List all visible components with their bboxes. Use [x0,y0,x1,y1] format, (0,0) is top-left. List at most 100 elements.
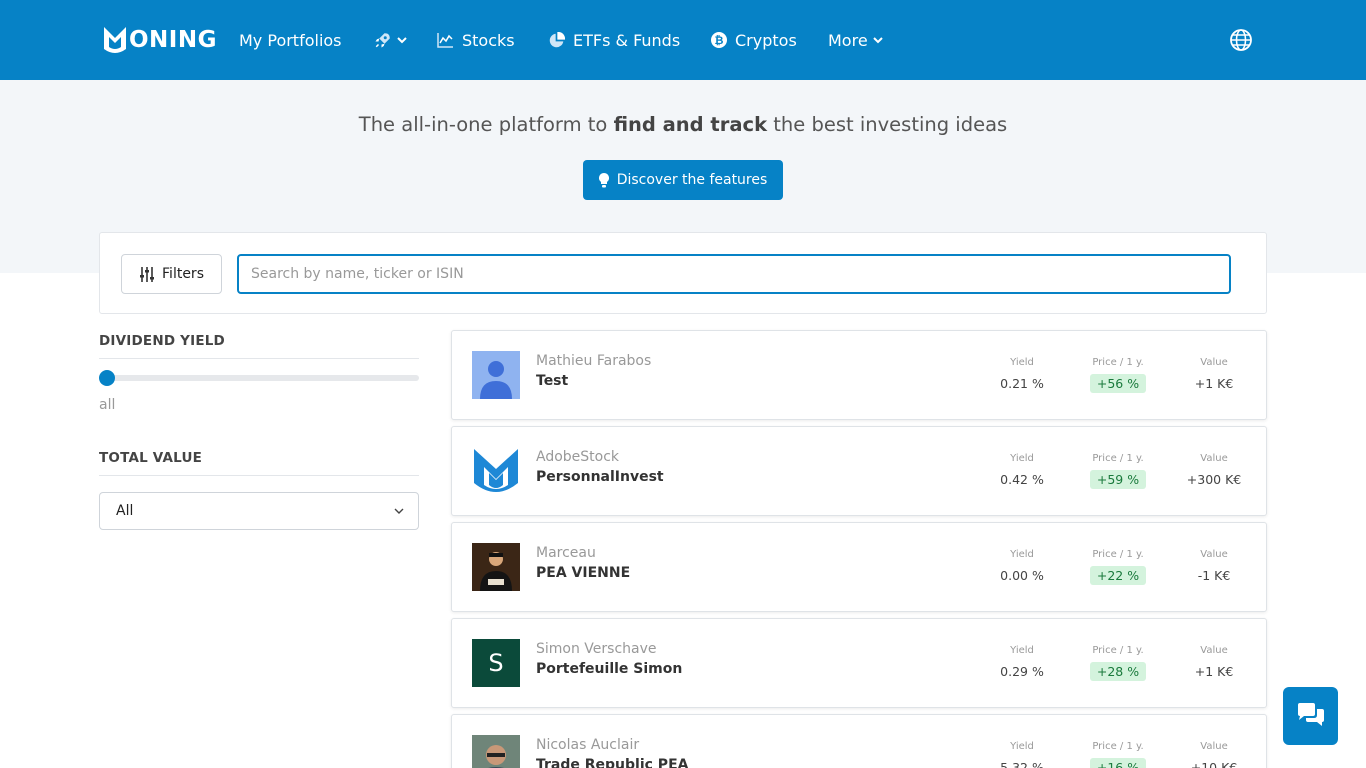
moning-logo[interactable]: ONING [102,24,217,56]
sliders-icon [140,266,155,282]
portfolio-owner: Simon Verschave [536,641,657,657]
yield-label: Yield [1010,357,1034,368]
nav-more-label: More [828,30,868,50]
price-label: Price / 1 y. [1092,549,1144,560]
portfolio-name: Portefeuille Simon [536,661,683,677]
discover-features-label: Discover the features [616,172,768,188]
dividend-yield-slider-track[interactable] [99,375,419,381]
price-change-badge: +22 % [1089,566,1147,585]
logo-text: ONING [129,27,217,53]
portfolio-card[interactable]: S Simon Verschave Portefeuille Simon Yie… [451,618,1267,708]
portfolio-name: PersonnalInvest [536,469,664,485]
nav-my-portfolios[interactable]: My Portfolios [239,0,342,80]
moning-m-icon [104,27,126,53]
yield-label: Yield [1010,741,1034,752]
tagline-bold: find and track [613,113,768,136]
globe-icon[interactable] [1229,28,1253,52]
photo-avatar [472,543,520,591]
nav-stocks-label: Stocks [462,30,515,50]
portfolio-card[interactable]: AdobeStock PersonnalInvest Yield 0.42 % … [451,426,1267,516]
tagline-part-1: The all-in-one platform to [358,113,614,136]
moning-logo-avatar [472,447,520,495]
filters-button[interactable]: Filters [121,254,222,294]
value-amount: +300 K€ [1186,472,1242,487]
portfolio-card[interactable]: Mathieu Farabos Test Yield 0.21 % Price … [451,330,1267,420]
price-change-badge: +16 % [1089,758,1147,768]
dividend-yield-value: all [99,397,116,413]
value-label: Value [1200,645,1228,656]
chat-button[interactable] [1283,687,1338,745]
hero-tagline: The all-in-one platform to find and trac… [0,113,1366,136]
nav-etfs-funds[interactable]: ETFs & Funds [548,0,680,80]
value-label: Value [1200,741,1228,752]
price-label: Price / 1 y. [1092,645,1144,656]
yield-label: Yield [1010,549,1034,560]
price-change: +22 % [1068,565,1168,585]
portfolio-name: PEA VIENNE [536,565,631,581]
value-amount: -1 K€ [1197,568,1231,583]
search-input[interactable] [237,254,1231,294]
nav-cryptos[interactable]: ₿ Cryptos [711,0,797,80]
top-navigation-bar: ONING My Portfolios Stocks ETFs & Funds [0,0,1366,80]
lightbulb-icon [598,172,609,187]
price-change: +28 % [1068,661,1168,681]
dividend-yield-title: DIVIDEND YIELD [99,333,225,349]
nav-more[interactable]: More [828,0,883,80]
chevron-down-icon [394,508,404,514]
person-photo-icon [472,735,520,768]
portfolio-card[interactable]: Marceau PEA VIENNE Yield 0.00 % Price / … [451,522,1267,612]
total-value-title: TOTAL VALUE [99,450,203,466]
price-change-badge: +56 % [1089,374,1147,393]
yield-value: 0.00 % [1000,568,1044,583]
portfolio-owner: Mathieu Farabos [536,353,652,369]
nav-etfs-label: ETFs & Funds [573,30,681,50]
nav-cryptos-label: Cryptos [735,30,797,50]
price-change-badge: +28 % [1089,662,1147,681]
total-value-select[interactable]: All [99,492,419,530]
moning-m-icon [474,449,518,492]
price-change: +56 % [1068,373,1168,393]
divider [99,358,419,359]
nav-rocket-menu[interactable] [374,0,407,80]
search-card: Filters [99,232,1267,314]
user-placeholder-avatar [472,351,520,399]
value-label: Value [1200,453,1228,464]
portfolio-name: Trade Republic PEA [536,757,689,768]
divider [99,475,419,476]
initial-avatar: S [472,639,520,687]
chat-bubbles-icon [1297,703,1324,726]
portfolio-owner: Nicolas Auclair [536,737,640,753]
yield-label: Yield [1010,645,1034,656]
value-amount: +1 K€ [1194,376,1234,391]
avatar-initial: S [488,649,504,677]
yield-value: 0.29 % [1000,664,1044,679]
user-icon [480,361,512,399]
svg-text:₿: ₿ [715,34,724,47]
price-change: +16 % [1068,757,1168,768]
filters-label: Filters [162,266,204,282]
yield-value: 0.42 % [1000,472,1044,487]
nav-my-portfolios-label: My Portfolios [239,30,342,50]
value-amount: +10 K€ [1190,760,1238,768]
value-amount: +1 K€ [1194,664,1234,679]
pie-chart-icon [549,31,565,47]
nav-stocks[interactable]: Stocks [437,0,515,80]
tagline-part-2: the best investing ideas [767,113,1008,136]
bitcoin-icon: ₿ [711,32,727,48]
price-change: +59 % [1068,469,1168,489]
dividend-yield-slider-handle[interactable] [99,370,115,386]
price-label: Price / 1 y. [1092,453,1144,464]
photo-avatar [472,735,520,768]
value-label: Value [1200,357,1228,368]
chevron-down-icon [872,37,883,44]
chevron-down-icon [397,37,407,44]
portfolio-name: Test [536,373,569,389]
portfolio-card[interactable]: Nicolas Auclair Trade Republic PEA Yield… [451,714,1267,768]
portfolio-owner: Marceau [536,545,596,561]
yield-label: Yield [1010,453,1034,464]
portfolio-owner: AdobeStock [536,449,620,465]
discover-features-button[interactable]: Discover the features [583,160,783,200]
price-label: Price / 1 y. [1092,741,1144,752]
chart-line-icon [437,33,453,48]
value-label: Value [1200,549,1228,560]
